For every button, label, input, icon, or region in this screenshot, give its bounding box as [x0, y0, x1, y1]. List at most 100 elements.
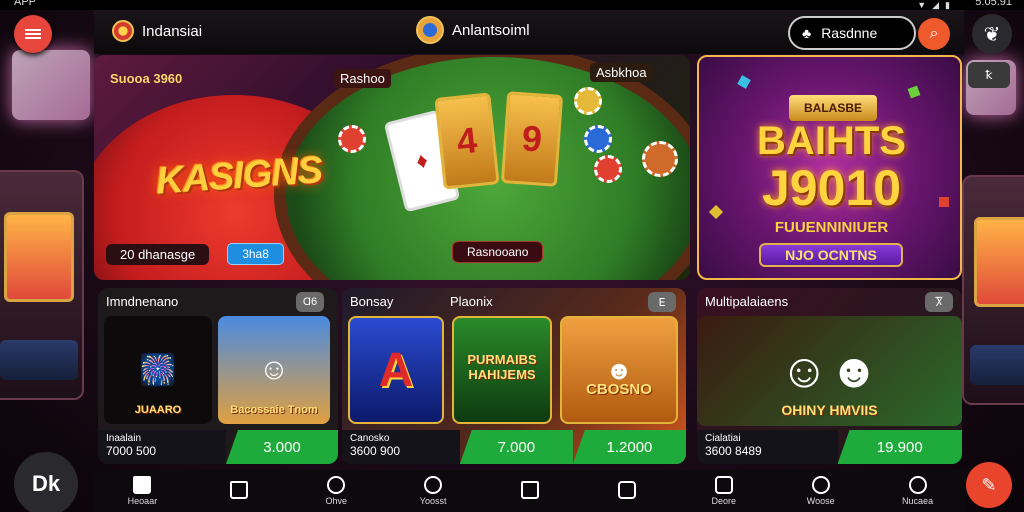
- banner-center-pill[interactable]: Rasnooano: [452, 241, 544, 263]
- section-subtitle: Plaonix: [450, 294, 493, 309]
- game-tile-label: PURMAIBS HAHIJEMS: [467, 352, 537, 382]
- players-icon: ☺☻: [779, 344, 880, 398]
- nav-label: Nucaea: [902, 496, 934, 506]
- flag-icon: [112, 20, 134, 42]
- banner-tag-left: Suooa 3960: [110, 71, 183, 86]
- nav-item-6[interactable]: [578, 470, 675, 512]
- chip-red-2-icon: [594, 155, 622, 183]
- nav-item-home[interactable]: Heoaar: [94, 470, 191, 512]
- fireworks-icon: 🎆: [139, 353, 177, 387]
- user-icon: ♣: [802, 25, 812, 41]
- footer-info: Canosko 3600 900: [342, 430, 460, 464]
- game-tile-label: OHINY HMVIIS: [781, 402, 878, 418]
- footer-label: Canosko: [350, 433, 390, 444]
- neon-sign-left: [12, 50, 90, 120]
- section-more-button[interactable]: Ⴟ: [925, 292, 953, 312]
- nav-label: Woose: [806, 496, 835, 506]
- footer-value: 3600 900: [350, 444, 401, 458]
- bottom-nav: Heoaar Ohve Yoosst Deore Woose Nucaea: [94, 470, 966, 512]
- profile-button[interactable]: ❦: [972, 14, 1012, 54]
- jackpot-subtitle: FUUENNINIUER: [774, 219, 889, 236]
- house-outline-icon: [230, 481, 249, 499]
- jackpot-title: BAIHTS: [757, 119, 906, 163]
- chip-red-icon: [338, 125, 366, 153]
- game-tile-label: JUAARO: [134, 404, 182, 416]
- wheel-icon: [327, 476, 346, 494]
- footer-info: Inaalain 7000 500: [98, 430, 226, 464]
- confetti: [737, 75, 751, 89]
- game-tile[interactable]: 🎆 JUAARO: [104, 316, 212, 424]
- home-icon: [133, 476, 152, 494]
- section-title: Bonsay: [350, 294, 394, 309]
- game-tile[interactable]: A: [348, 316, 444, 424]
- status-bar: APP ▼ ◢ ▮ 5:05:91: [0, 0, 1024, 10]
- jackpot-amount: J9010: [761, 160, 902, 216]
- confetti: [907, 85, 921, 99]
- section-footer: Cialatiai 3600 8489 19.900: [697, 430, 962, 464]
- section-more-button[interactable]: Ɑ6: [296, 292, 324, 312]
- status-app: APP: [14, 0, 37, 8]
- nav-label: Deore: [711, 496, 737, 506]
- nav-item-9[interactable]: Nucaea: [869, 470, 966, 512]
- nav-label: Heoaar: [127, 496, 158, 506]
- nav-item-5[interactable]: [482, 470, 579, 512]
- user-group-icon: ❦: [983, 23, 1001, 46]
- menu-button[interactable]: [14, 15, 52, 53]
- section-title: Multipalaiaens: [705, 294, 789, 309]
- playing-card-2: 9: [500, 91, 564, 187]
- play-button[interactable]: 3.000: [226, 430, 338, 464]
- footer-label: Inaalain: [106, 433, 142, 444]
- search-label: Rasdnne: [821, 25, 878, 41]
- nav-label: Yoosst: [419, 496, 447, 506]
- hamburger-icon: [25, 27, 41, 41]
- footer-label: Cialatiai: [705, 433, 741, 444]
- floating-left-button[interactable]: Dk: [14, 452, 78, 512]
- game-tile[interactable]: ☺☻ OHINY HMVIIS: [697, 316, 962, 426]
- play-button[interactable]: 7.000: [459, 430, 573, 464]
- footer-info: Cialatiai 3600 8489: [697, 430, 838, 464]
- section-multiplayer: Multipalaiaens Ⴟ ☺☻ OHINY HMVIIS Cialati…: [697, 288, 962, 464]
- section-tournaments: Imndnenano Ɑ6 🎆 JUAARO ☺ Bacossaie Tnom …: [98, 288, 338, 464]
- slot-machine-right: [962, 175, 1024, 405]
- crest-badge: BALASBE: [789, 95, 877, 121]
- jackpot-banner[interactable]: BALASBE BAIHTS J9010 FUUENNINIUER NJO OC…: [697, 55, 962, 280]
- diamond-icon: [811, 476, 830, 494]
- region-label: Indansiai: [142, 22, 203, 40]
- search-icon: ⌕: [929, 25, 939, 42]
- banner-info-button[interactable]: 3ha8: [227, 243, 284, 265]
- main-banner[interactable]: Suooa 3960 Rashoo Asbkhoa KASIGNS ♦ 4 9 …: [94, 55, 690, 280]
- play-button[interactable]: 19.900: [837, 430, 962, 464]
- floating-edit-button[interactable]: ✎: [966, 462, 1012, 508]
- nav-item-2[interactable]: [191, 470, 288, 512]
- banner-info: 20 dhanasge 3ha8: [106, 243, 284, 265]
- playing-card-1: 4: [434, 92, 500, 190]
- game-tile[interactable]: ☺ Bacossaie Tnom: [218, 316, 330, 424]
- nav-item-8[interactable]: Woose: [772, 470, 869, 512]
- section-more-button[interactable]: ⴹ: [648, 292, 676, 312]
- corner-badge[interactable]: ꝁ: [968, 62, 1010, 88]
- top-nav: Indansiai Anlantsoiml ♣ Rasdnne ⌕: [94, 10, 964, 54]
- banner-tag-right: Asbkhoa: [590, 63, 653, 82]
- search-button[interactable]: ⌕: [918, 18, 950, 50]
- region-selector[interactable]: Indansiai: [112, 20, 202, 42]
- status-time: 5:05:91: [975, 0, 1012, 8]
- nav-item-4[interactable]: Yoosst: [385, 470, 482, 512]
- slot-machine-left: [0, 170, 84, 400]
- game-tile-label: Bacossaie Tnom: [230, 404, 318, 416]
- footer-value: 3600 8489: [705, 444, 762, 458]
- search-field[interactable]: ♣ Rasdnne: [788, 16, 916, 50]
- game-tile[interactable]: ☻ CBOSNO: [560, 316, 678, 424]
- section-title: Imndnenano: [106, 294, 179, 309]
- brand-logo-icon: [416, 16, 444, 44]
- search-icon: [908, 476, 927, 494]
- section-footer: Inaalain 7000 500 3.000: [98, 430, 338, 464]
- game-tile-label: CBOSNO: [586, 381, 652, 398]
- play-button-2[interactable]: 1.2000: [572, 430, 686, 464]
- jackpot-button[interactable]: NJO OCNTNS: [759, 243, 903, 267]
- game-tile[interactable]: PURMAIBS HAHIJEMS: [452, 316, 552, 424]
- nav-item-7[interactable]: Deore: [675, 470, 772, 512]
- nav-label: Ohve: [325, 496, 347, 506]
- chip-gold-icon: [574, 87, 602, 115]
- brand[interactable]: Anlantsoiml: [416, 16, 530, 44]
- nav-item-3[interactable]: Ohve: [288, 470, 385, 512]
